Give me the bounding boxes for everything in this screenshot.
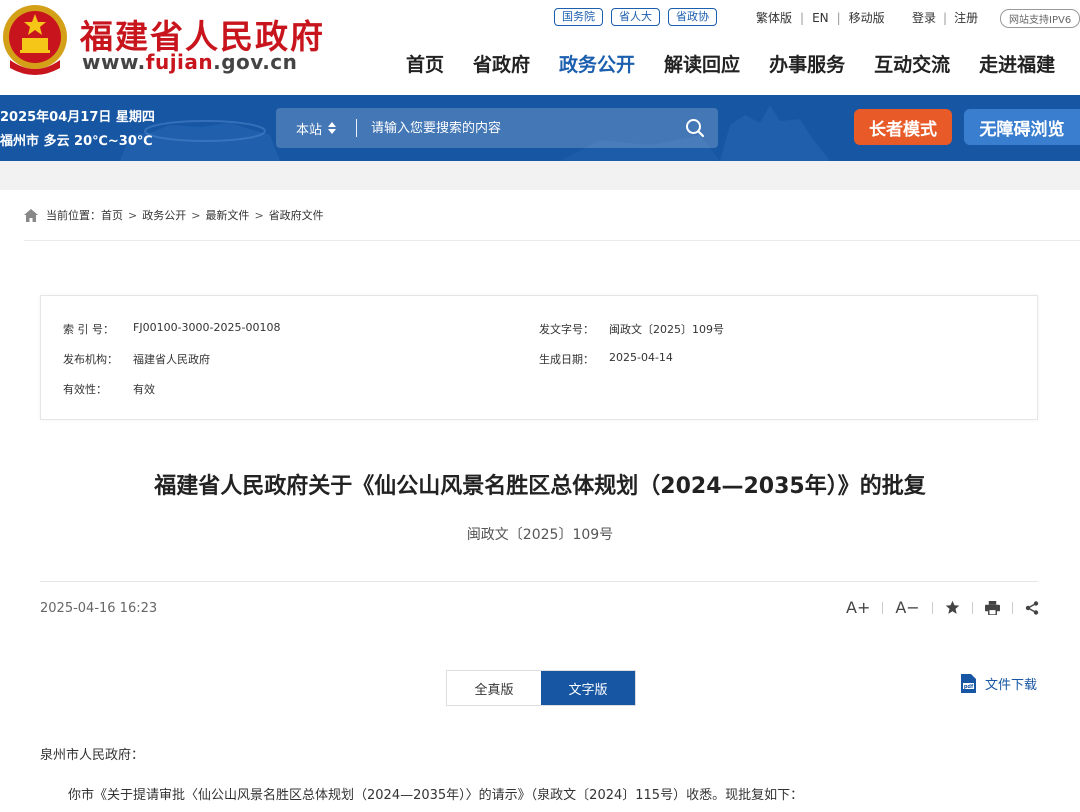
- main-nav: 首页 省政府 政务公开 解读回应 办事服务 互动交流 走进福建: [406, 50, 1080, 77]
- info-value: 2025-04-14: [609, 351, 673, 364]
- domain-suffix: .gov.cn: [213, 50, 298, 74]
- file-download-link[interactable]: pdf 文件下载: [960, 674, 1037, 693]
- info-label: 索 引 号：: [63, 323, 114, 336]
- link-state-council[interactable]: 国务院: [554, 8, 603, 26]
- document-number: 闽政文〔2025〕109号: [466, 527, 614, 543]
- nav-home[interactable]: 首页: [406, 50, 444, 77]
- divider: [971, 601, 973, 614]
- salutation: 泉州市人民政府：: [40, 748, 145, 763]
- search-divider: [356, 119, 357, 137]
- current-date: 2025年04月17日 星期四: [0, 110, 155, 125]
- search-scope-select[interactable]: 本站: [276, 119, 356, 138]
- star-icon: [945, 600, 959, 614]
- nav-government-affairs[interactable]: 政务公开: [559, 50, 635, 77]
- link-english[interactable]: EN: [812, 11, 829, 25]
- login-link[interactable]: 登录: [912, 9, 936, 26]
- share-button[interactable]: [1025, 600, 1039, 615]
- breadcrumb-government-affairs[interactable]: 政务公开: [142, 207, 186, 223]
- info-validity: 有效性： 有效: [63, 381, 155, 397]
- search-scope-label: 本站: [296, 122, 323, 138]
- link-traditional-chinese[interactable]: 繁体版: [756, 9, 792, 26]
- tab-text-version[interactable]: 文字版: [541, 671, 635, 705]
- info-date: 生成日期： 2025-04-14: [539, 351, 673, 367]
- divider: |: [943, 10, 948, 25]
- sort-arrows-icon: [328, 122, 337, 134]
- account-links: 登录 | 注册: [912, 9, 978, 26]
- domain-prefix: www.: [82, 50, 146, 74]
- search-icon: [686, 119, 705, 138]
- link-provincial-cppcc[interactable]: 省政协: [668, 8, 717, 26]
- pdf-download-icon: pdf: [961, 674, 976, 693]
- favorite-button[interactable]: [945, 600, 960, 615]
- tab-full-version[interactable]: 全真版: [447, 671, 541, 705]
- nav-about-fujian[interactable]: 走进福建: [979, 50, 1055, 77]
- nav-interaction[interactable]: 互动交流: [874, 50, 950, 77]
- divider: |: [836, 10, 841, 25]
- publish-date: 2025-04-16 16:23: [40, 601, 158, 616]
- share-icon: [1025, 600, 1038, 615]
- info-value: 福建省人民政府: [133, 353, 210, 366]
- printer-icon: [984, 600, 1000, 615]
- info-label: 生成日期：: [539, 353, 594, 366]
- print-button[interactable]: [984, 600, 1000, 615]
- banner: 2025年04月17日 星期四 福州市 多云 20℃~30℃ 本站 长者模式 无…: [0, 95, 1080, 161]
- link-provincial-npc[interactable]: 省人大: [611, 8, 660, 26]
- document-info-panel: 索 引 号： FJ00100-3000-2025-00108 发文字号： 闽政文…: [40, 295, 1038, 420]
- divider: [931, 601, 933, 614]
- info-value: FJ00100-3000-2025-00108: [133, 321, 281, 334]
- title-divider: [40, 581, 1038, 582]
- link-mobile[interactable]: 移动版: [849, 9, 885, 26]
- partner-links: 国务院 省人大 省政协: [554, 8, 717, 26]
- ipv6-badge: 网站支持IPV6: [1000, 9, 1080, 28]
- divider: [1011, 601, 1013, 614]
- breadcrumb-divider: [24, 240, 1080, 241]
- info-issuer: 发布机构： 福建省人民政府: [63, 351, 210, 367]
- elder-mode-button[interactable]: 长者模式: [854, 109, 952, 145]
- info-label: 有效性：: [63, 383, 107, 396]
- breadcrumb-separator: >: [191, 208, 201, 222]
- search-button[interactable]: [672, 108, 718, 148]
- breadcrumb: 当前位置： 首页 > 政务公开 > 最新文件 > 省政府文件: [24, 207, 324, 223]
- breadcrumb-separator: >: [254, 208, 264, 222]
- nav-interpretation[interactable]: 解读回应: [664, 50, 740, 77]
- version-links: 繁体版 | EN | 移动版: [756, 9, 885, 26]
- search-input[interactable]: [371, 120, 672, 136]
- info-value: 有效: [133, 383, 155, 396]
- home-icon: [24, 208, 38, 222]
- svg-text:pdf: pdf: [964, 684, 974, 690]
- site-header: 福建省人民政府 www.fujian.gov.cn 国务院 省人大 省政协 繁体…: [0, 0, 1080, 95]
- body-paragraph: 你市《关于提请审批〈仙公山风景名胜区总体规划（2024—2035年）〉的请示》（…: [68, 788, 804, 803]
- font-increase-button[interactable]: A+: [846, 598, 870, 617]
- breadcrumb-label: 当前位置：: [46, 209, 101, 222]
- info-index-no: 索 引 号： FJ00100-3000-2025-00108: [63, 321, 280, 337]
- nav-provincial-government[interactable]: 省政府: [473, 50, 530, 77]
- nav-services[interactable]: 办事服务: [769, 50, 845, 77]
- domain-highlight: fujian: [145, 50, 214, 74]
- info-label: 发文字号：: [539, 323, 594, 336]
- national-emblem-icon: [3, 5, 67, 75]
- font-decrease-button[interactable]: A−: [895, 598, 919, 617]
- site-domain: www.fujian.gov.cn: [82, 50, 297, 74]
- version-tabs: 全真版 文字版: [446, 670, 636, 706]
- breadcrumb-provincial-files[interactable]: 省政府文件: [269, 207, 324, 223]
- info-label: 发布机构：: [63, 353, 118, 366]
- article-tools: A+ A−: [846, 598, 1039, 617]
- breadcrumb-home[interactable]: 首页: [101, 207, 123, 223]
- document-title: 福建省人民政府关于《仙公山风景名胜区总体规划（2024—2035年）》的批复: [154, 474, 926, 499]
- info-value: 闽政文〔2025〕109号: [609, 323, 724, 336]
- accessibility-button[interactable]: 无障碍浏览: [964, 109, 1080, 145]
- breadcrumb-latest-files[interactable]: 最新文件: [205, 207, 249, 223]
- breadcrumb-separator: >: [128, 208, 138, 222]
- weather-info: 福州市 多云 20℃~30℃: [0, 134, 153, 149]
- register-link[interactable]: 注册: [954, 9, 978, 26]
- info-doc-no: 发文字号： 闽政文〔2025〕109号: [539, 321, 724, 337]
- search-box: 本站: [276, 108, 718, 148]
- divider: [882, 601, 884, 614]
- download-label: 文件下载: [985, 678, 1038, 693]
- divider: |: [800, 10, 805, 25]
- gray-strip: [0, 161, 1080, 190]
